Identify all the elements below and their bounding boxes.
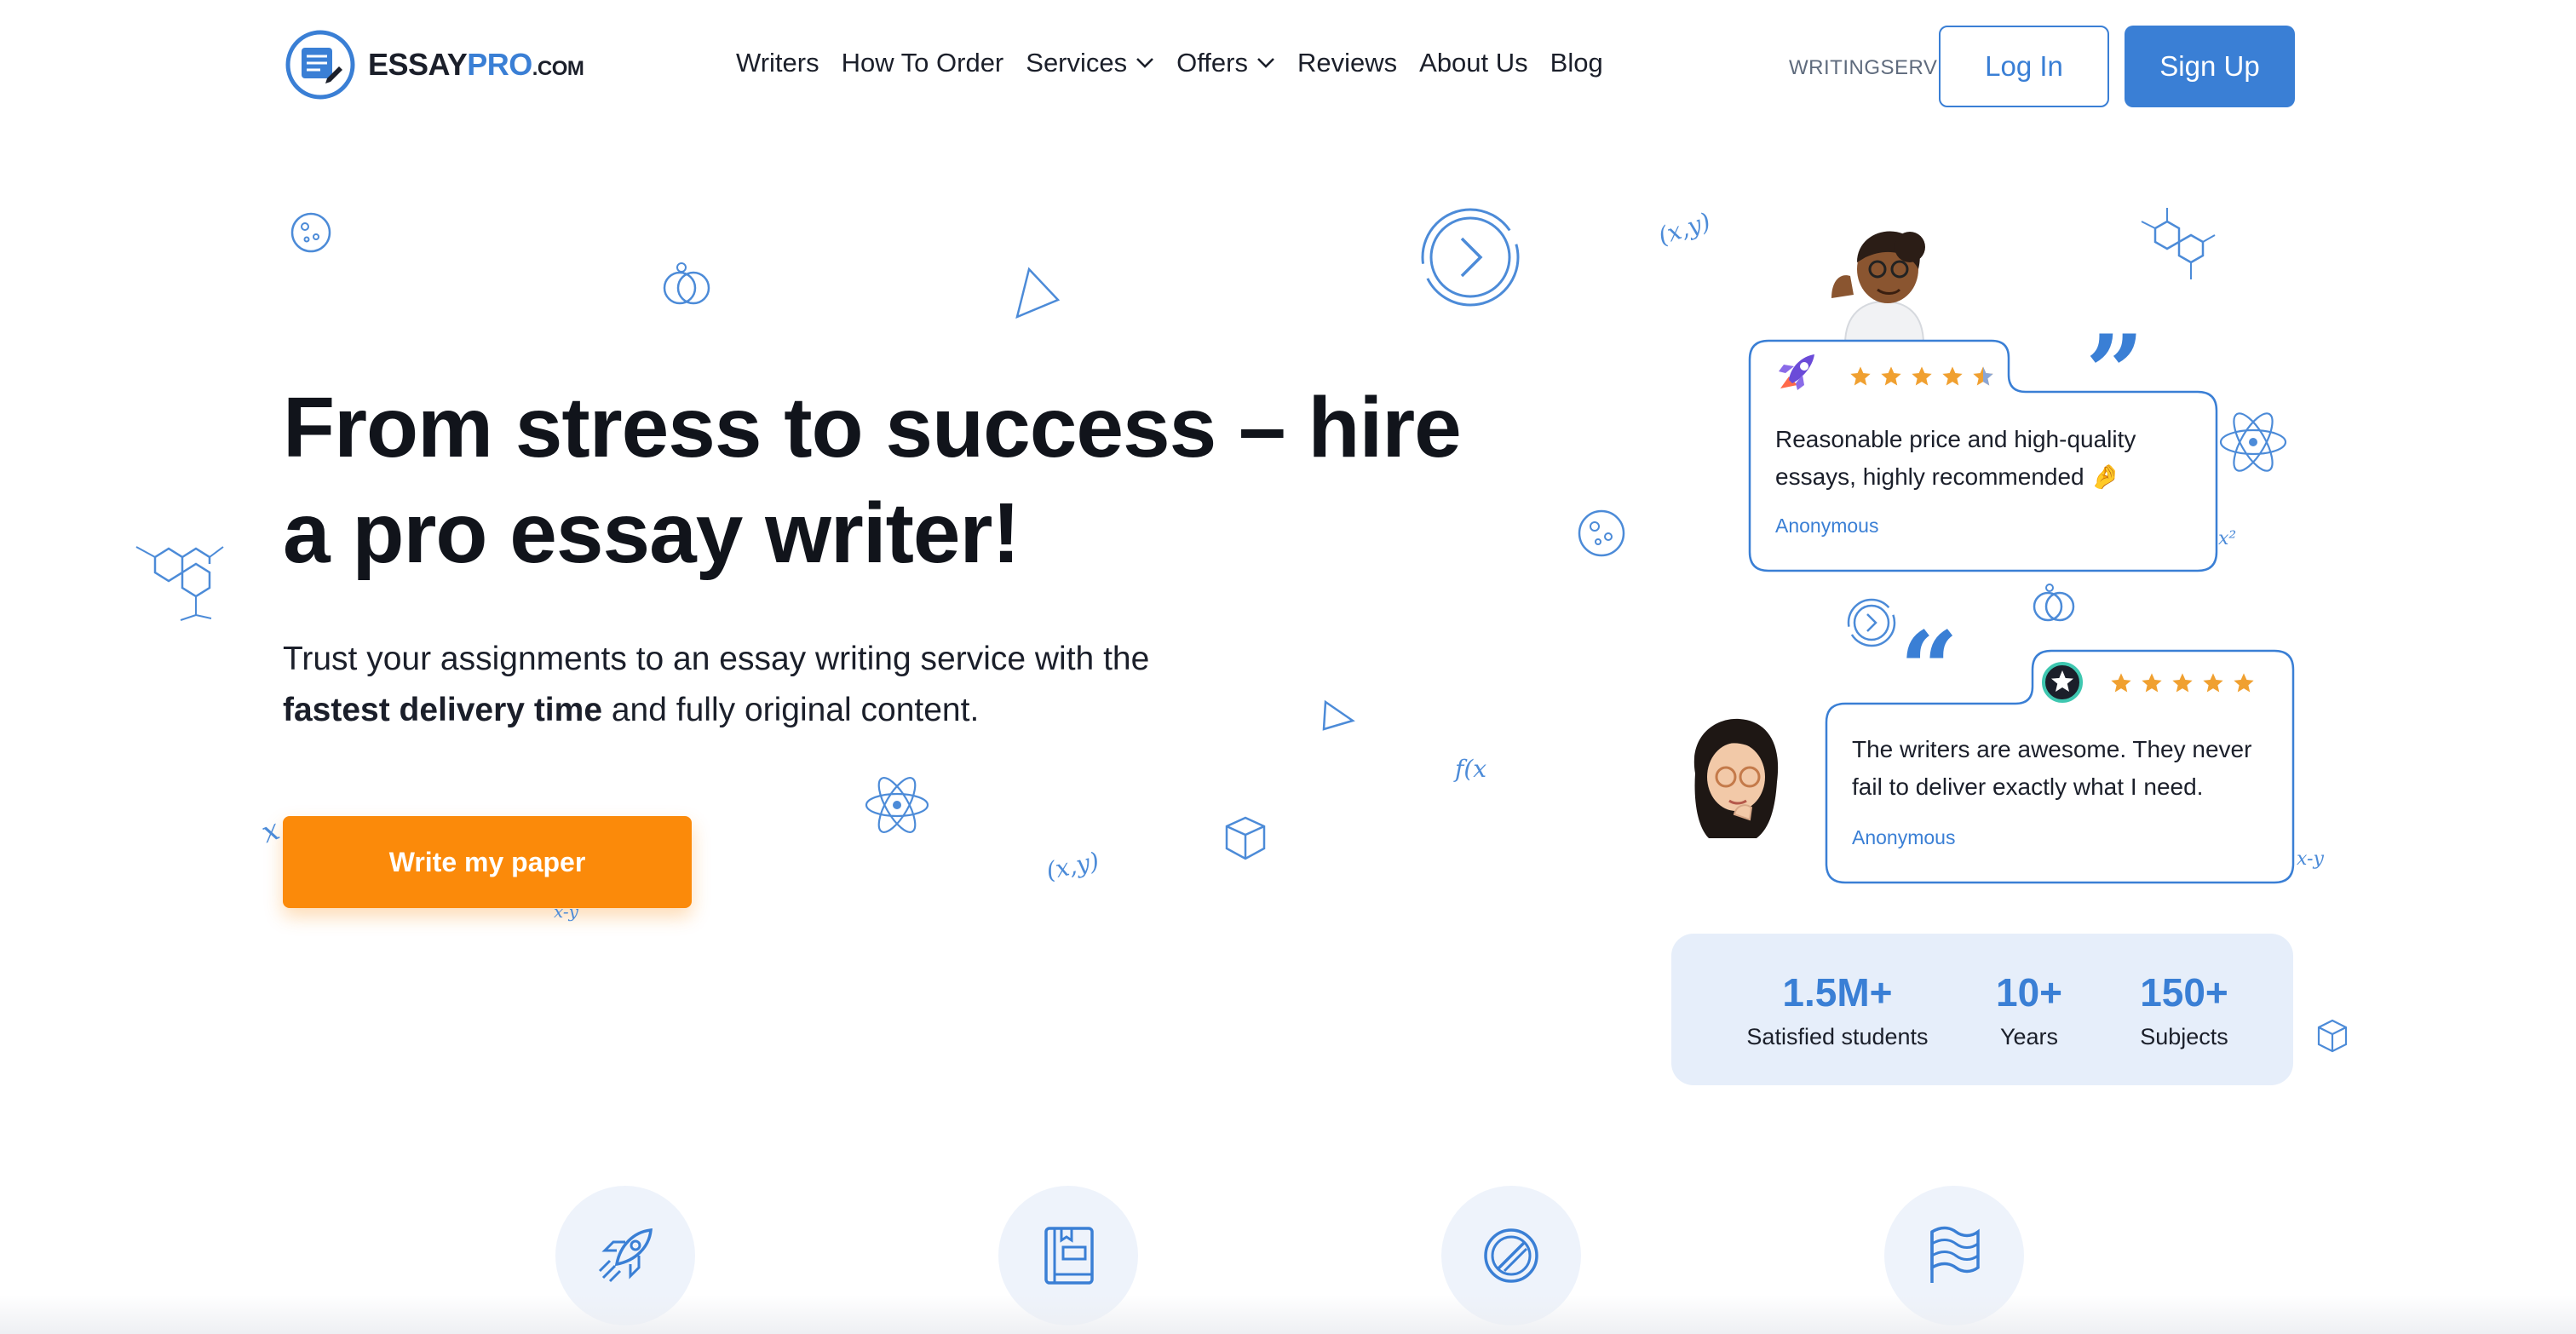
nav-offers[interactable]: Offers	[1176, 48, 1275, 78]
stat-students: 1.5M+ Satisfied students	[1731, 969, 1944, 1050]
reviewer-avatar-woman	[1675, 714, 1794, 842]
nav-how-to-order[interactable]: How To Order	[842, 48, 1004, 78]
logo-wordmark: ESSAYPRO.COM	[368, 47, 584, 82]
stat-value: 10+	[1995, 970, 2063, 1015]
stats-panel: 1.5M+ Satisfied students 10+ Years 150+ …	[1671, 934, 2293, 1085]
stat-value: 150+	[2140, 970, 2228, 1015]
fx-doodle: f(x	[1455, 755, 1487, 783]
nav-about-us[interactable]: About Us	[1419, 48, 1528, 78]
star-icon	[2142, 673, 2162, 693]
review-text: The writers are awesome. They never fail…	[1852, 736, 2252, 800]
book-icon	[1044, 1227, 1094, 1285]
write-my-paper-button[interactable]: Write my paper	[283, 816, 692, 908]
review-author: Anonymous	[1775, 515, 1879, 537]
hero-subtitle: Trust your assignments to an essay writi…	[283, 641, 1150, 728]
x-minus-y-doodle: x-y	[2297, 848, 2324, 870]
nav-reviews[interactable]: Reviews	[1297, 48, 1397, 78]
essaypro-logo[interactable]: ESSAYPRO.COM	[285, 29, 584, 101]
hexagon-molecule-doodle-icon	[2130, 203, 2223, 288]
star-icon	[2172, 673, 2193, 693]
no-plagiarism-icon	[1484, 1228, 1538, 1283]
rating-stars	[1849, 365, 1995, 388]
triangle-doodle-icon	[1012, 266, 1063, 322]
reviewer-avatar-man	[1814, 213, 1942, 345]
cube-doodle-icon	[1220, 811, 1269, 864]
cube-doodle-icon	[2314, 1015, 2351, 1056]
chevron-down-icon	[1136, 58, 1154, 68]
star-badge-icon	[2042, 662, 2083, 703]
x-minus-y-doodle: x-y	[554, 901, 578, 922]
star-icon	[2234, 673, 2254, 693]
arrow-circle-doodle-icon	[1417, 204, 1523, 310]
xy-doodle: (x,y)	[1044, 846, 1102, 886]
arrow-circle-doodle-icon	[1845, 596, 1898, 649]
review-author: Anonymous	[1852, 826, 1956, 848]
xy-doodle: (x,y)	[1654, 207, 1714, 250]
closing-quote-icon: ”	[2085, 313, 2145, 433]
star-icon	[1881, 366, 1901, 386]
star-icon	[2111, 673, 2131, 693]
page: ESSAYPRO.COM Writers How To Order Servic…	[0, 0, 2576, 1334]
review-card-1: Reasonable price and high-quality essays…	[1746, 339, 2220, 574]
atom-doodle-icon	[860, 768, 934, 842]
star-icon	[2203, 673, 2223, 693]
stat-label: Satisfied students	[1746, 1024, 1929, 1049]
stat-value: 1.5M+	[1782, 970, 1893, 1015]
bottom-fade	[0, 1295, 2576, 1334]
main-nav: Writers How To Order Services Offers Rev…	[736, 48, 1603, 78]
atom-doodle-icon	[2215, 404, 2291, 480]
stat-label: Years	[1999, 1024, 2059, 1049]
nav-blog[interactable]: Blog	[1550, 48, 1603, 78]
star-icon	[1912, 366, 1932, 386]
stat-years: 10+ Years	[1978, 969, 2080, 1050]
login-button[interactable]: Log In	[1939, 26, 2109, 107]
star-icon	[1973, 366, 1993, 386]
nav-services[interactable]: Services	[1026, 48, 1154, 78]
signup-button[interactable]: Sign Up	[2125, 26, 2295, 107]
logo-icon	[285, 30, 355, 100]
x-squared-doodle: x²	[2218, 528, 2237, 549]
x-doodle: x	[256, 812, 285, 851]
promo-code-label: WRITINGSERV	[1789, 56, 1938, 79]
star-icon	[1850, 366, 1871, 386]
flag-icon	[1930, 1226, 1980, 1283]
rating-stars	[2109, 671, 2256, 695]
chevron-down-icon	[1257, 58, 1274, 68]
planet-doodle-icon	[1576, 508, 1627, 559]
stat-subjects: 150+ Subjects	[2116, 969, 2252, 1050]
stat-label: Subjects	[2140, 1024, 2228, 1049]
rocket-icon	[1779, 354, 1814, 390]
triangle-doodle-icon	[1319, 699, 1356, 736]
hero-title: From stress to success – hire a pro essa…	[283, 380, 1462, 581]
review-card-2: The writers are awesome. They never fail…	[1823, 649, 2297, 886]
nav-writers[interactable]: Writers	[736, 48, 819, 78]
planet-doodle-icon	[288, 210, 334, 256]
venn-doodle-icon	[2027, 579, 2082, 627]
star-icon	[1942, 366, 1963, 386]
venn-doodle-icon	[658, 259, 719, 310]
rocket-icon	[598, 1228, 653, 1283]
hexagon-molecule-doodle-icon	[129, 515, 232, 625]
